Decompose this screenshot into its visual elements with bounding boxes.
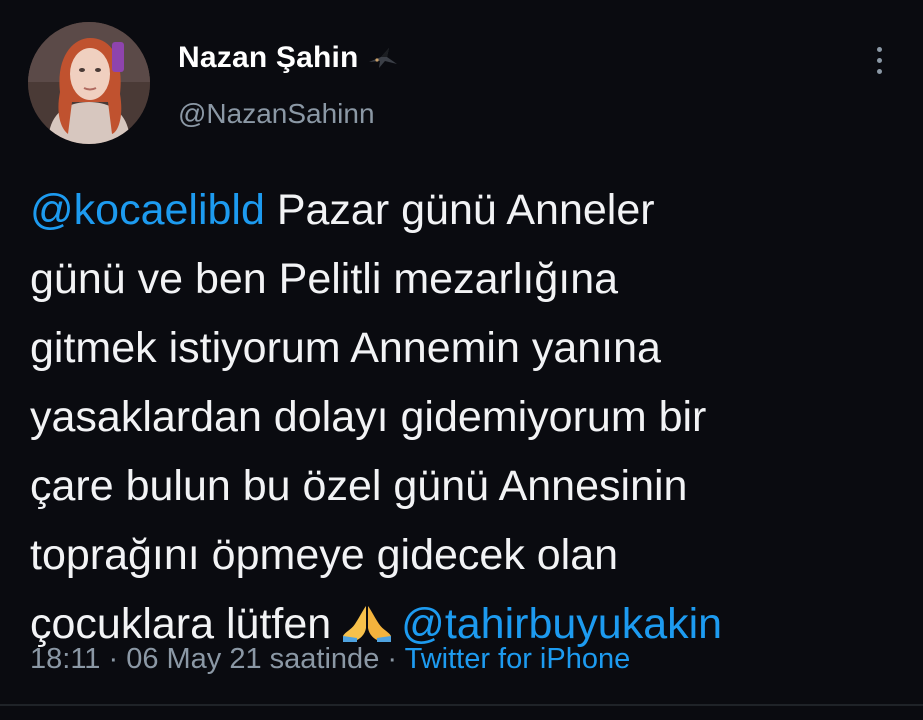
display-name[interactable]: Nazan Şahin [178,41,359,75]
avatar[interactable] [28,22,150,144]
tweet-line-2: günü ve ben Pelitli mezarlığına [30,255,619,303]
tweet-card: Nazan Şahin @NazanSahinn @kocaelibld Paz… [0,0,923,720]
tweet-line-3: gitmek istiyorum Annemin yanına [30,324,661,372]
dot-icon [876,46,882,52]
mention-tahirbuyukakin[interactable]: @tahirbuyukakin [401,600,722,648]
tweet-text: @kocaelibld Pazar günü Anneler günü ve b… [30,176,900,659]
dot-icon [876,57,882,63]
divider [0,704,923,706]
folded-hands-icon [343,606,392,642]
swallow-bird-icon [368,48,397,68]
user-handle[interactable]: @NazanSahinn [178,98,375,130]
mention-kocaelibld[interactable]: @kocaelibld [30,186,265,234]
more-vertical-icon[interactable] [864,42,894,78]
tweet-date[interactable]: 06 May 21 saatinde [126,643,379,675]
tweet-text-segment: Pazar günü Anneler [264,186,655,234]
avatar-photo [28,22,150,144]
tweet-source[interactable]: Twitter for iPhone [405,643,631,675]
tweet-text-segment: çocuklara lütfen [30,600,332,648]
tweet-meta: 18:11 · 06 May 21 saatinde · Twitter for… [30,643,630,676]
tweet-time[interactable]: 18:11 [30,643,100,675]
meta-separator: · [379,643,405,675]
name-row: Nazan Şahin [178,40,399,76]
dot-icon [876,68,882,74]
tweet-line-4: yasaklardan dolayı gidemiyorum bir [30,393,707,441]
meta-separator: · [100,643,127,675]
tweet-line-5: çare bulun bu özel günü Annesinin [30,462,688,510]
tweet-line-6: toprağını öpmeye gidecek olan [30,531,619,579]
tweet-line-1: @kocaelibld Pazar günü Anneler [30,176,900,245]
